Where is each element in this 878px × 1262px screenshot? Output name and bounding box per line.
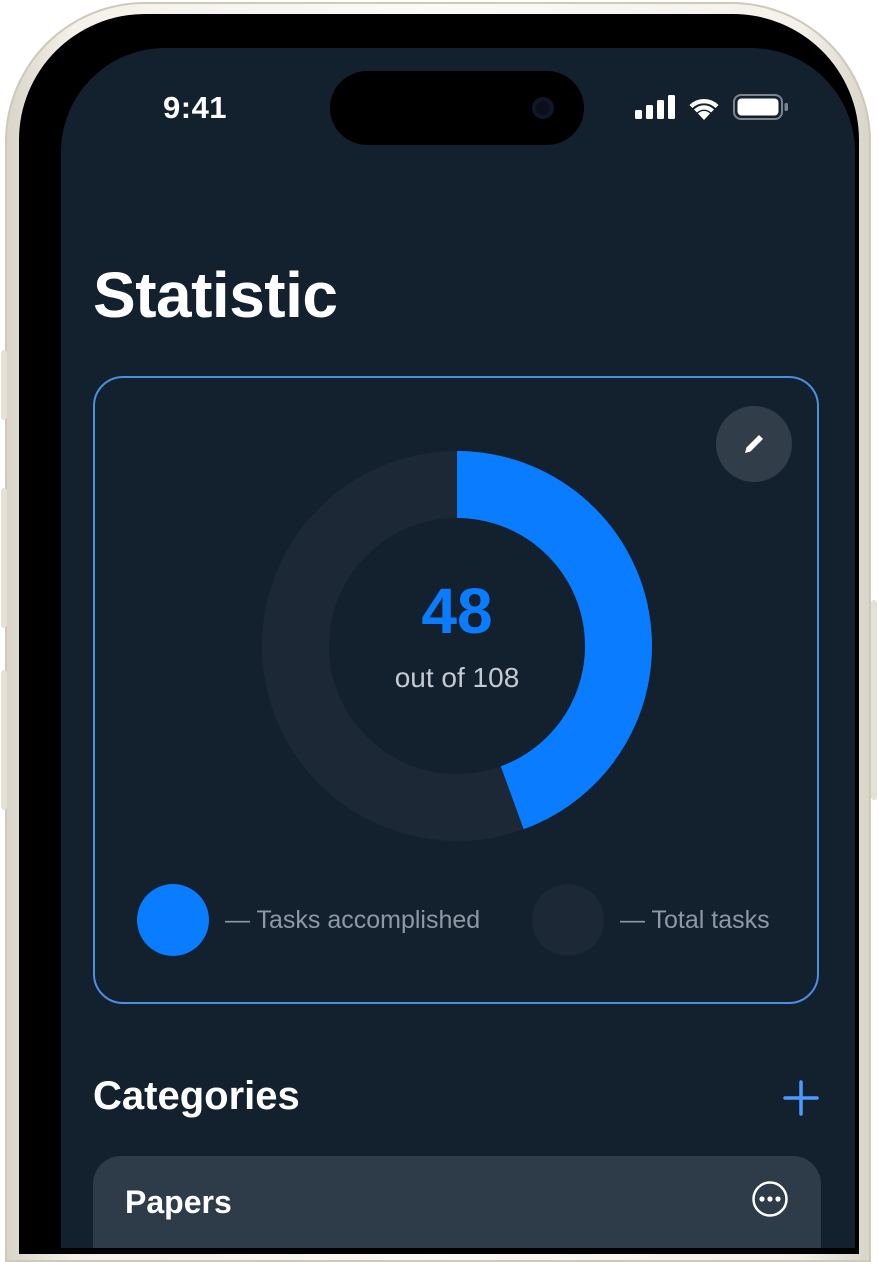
categories-title: Categories	[93, 1074, 300, 1118]
dynamic-island	[330, 71, 584, 145]
volume-down-button	[1, 670, 7, 810]
action-button	[1, 350, 7, 420]
app-screen: 9:41 Statistic 48 out of 108 — Tasks acc…	[61, 48, 855, 1248]
status-icons	[635, 94, 789, 120]
category-label: Papers	[125, 1184, 232, 1220]
phone-bezel: 9:41 Statistic 48 out of 108 — Tasks acc…	[19, 14, 859, 1254]
legend-total-label: — Total tasks	[620, 906, 770, 934]
cellular-signal-icon	[635, 95, 675, 119]
camera-icon	[532, 97, 554, 119]
legend-accomplished-swatch	[137, 884, 209, 956]
accomplished-count: 48	[421, 575, 493, 647]
ellipsis-circle-icon[interactable]	[751, 1180, 789, 1218]
volume-up-button	[1, 488, 7, 628]
wifi-icon	[689, 98, 719, 120]
page-title: Statistic	[93, 259, 338, 331]
plus-icon[interactable]	[781, 1078, 821, 1118]
category-item-papers[interactable]: Papers	[93, 1156, 821, 1248]
pencil-icon	[745, 435, 763, 453]
side-button	[871, 600, 877, 800]
battery-icon	[733, 94, 788, 120]
edit-button[interactable]	[716, 406, 792, 482]
legend-total-swatch	[532, 884, 604, 956]
total-count-label: out of 108	[394, 662, 520, 693]
legend-accomplished-label: — Tasks accomplished	[225, 906, 481, 934]
status-time: 9:41	[163, 90, 228, 125]
